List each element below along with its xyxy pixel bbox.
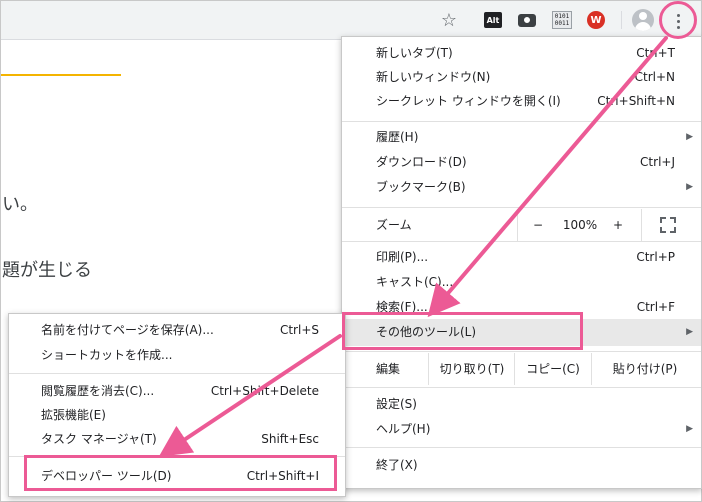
- more-tools-submenu: 名前を付けてページを保存(A)... Ctrl+S ショートカットを作成... 閲…: [8, 313, 346, 497]
- camera-extension-icon[interactable]: [515, 8, 539, 32]
- menu-item-downloads[interactable]: ダウンロード(D) Ctrl+J: [342, 150, 701, 175]
- alt-text-extension-icon[interactable]: Alt: [481, 8, 505, 32]
- chevron-right-icon: ▶: [686, 424, 693, 434]
- menu-divider: [342, 447, 701, 448]
- wordpress-logo-text: W: [587, 11, 605, 29]
- menu-item-exit[interactable]: 終了(X): [342, 453, 701, 478]
- menu-divider: [9, 456, 345, 457]
- page-text-line: 題が生じる: [2, 260, 92, 281]
- menu-divider: [342, 351, 701, 352]
- bookmark-star-icon[interactable]: ☆: [437, 8, 461, 32]
- menu-item-new-window[interactable]: 新しいウィンドウ(N) Ctrl+N: [342, 65, 701, 90]
- fullscreen-icon[interactable]: [660, 217, 676, 233]
- chevron-right-icon: ▶: [686, 182, 693, 192]
- browser-toolbar: ☆ Alt 0101 0011 W: [1, 1, 701, 40]
- menu-divider: [9, 373, 345, 374]
- menu-item-bookmarks[interactable]: ブックマーク(B) ▶: [342, 175, 701, 200]
- menu-item-find[interactable]: 検索(F)... Ctrl+F: [342, 295, 701, 320]
- alt-text-extension-label: Alt: [484, 12, 502, 28]
- menu-divider: [342, 121, 701, 122]
- zoom-level: 100%: [562, 218, 598, 232]
- menu-item-more-tools[interactable]: その他のツール(L) ▶: [342, 319, 701, 346]
- chrome-main-menu: 新しいタブ(T) Ctrl+T 新しいウィンドウ(N) Ctrl+N シークレット …: [341, 36, 702, 489]
- submenu-item-developer-tools[interactable]: デベロッパー ツール(D) Ctrl+Shift+I: [9, 464, 345, 489]
- menu-item-print[interactable]: 印刷(P)... Ctrl+P: [342, 245, 701, 270]
- copy-button[interactable]: コピー(C): [518, 353, 588, 385]
- menu-item-cast[interactable]: キャスト(C)...: [342, 270, 701, 295]
- page-text-line: い。: [2, 194, 38, 215]
- menu-divider: [342, 241, 701, 242]
- wordpress-extension-icon[interactable]: W: [584, 8, 608, 32]
- menu-edit-row: 編集 切り取り(T) コピー(C) 貼り付け(P): [342, 353, 701, 385]
- menu-item-incognito[interactable]: シークレット ウィンドウを開く(I) Ctrl+Shift+N: [342, 89, 701, 114]
- menu-item-new-tab[interactable]: 新しいタブ(T) Ctrl+T: [342, 41, 701, 66]
- chevron-right-icon: ▶: [686, 132, 693, 142]
- edit-label: 編集: [376, 362, 401, 376]
- submenu-item-task-manager[interactable]: タスク マネージャ(T) Shift+Esc: [9, 427, 345, 452]
- paste-button[interactable]: 貼り付け(P): [595, 353, 695, 385]
- menu-divider: [342, 387, 701, 388]
- zoom-in-button[interactable]: +: [608, 209, 628, 241]
- zoom-out-button[interactable]: −: [528, 209, 548, 241]
- submenu-item-create-shortcut[interactable]: ショートカットを作成...: [9, 343, 345, 368]
- submenu-item-clear-browsing-data[interactable]: 閲覧履歴を消去(C)... Ctrl+Shift+Delete: [9, 379, 345, 404]
- profile-avatar-icon[interactable]: [632, 9, 654, 31]
- page-accent-line: [1, 74, 121, 76]
- submenu-item-save-page[interactable]: 名前を付けてページを保存(A)... Ctrl+S: [9, 318, 345, 343]
- chevron-right-icon: ▶: [686, 327, 693, 337]
- zoom-label: ズーム: [376, 218, 412, 232]
- menu-divider: [342, 207, 701, 208]
- toolbar-divider: [621, 11, 622, 29]
- menu-zoom-row: ズーム − 100% +: [342, 209, 701, 241]
- chrome-menu-kebab-icon[interactable]: [666, 9, 690, 33]
- menu-item-settings[interactable]: 設定(S): [342, 392, 701, 417]
- menu-item-history[interactable]: 履歴(H) ▶: [342, 125, 701, 150]
- binary-extension-icon[interactable]: 0101 0011: [550, 8, 574, 32]
- submenu-item-extensions[interactable]: 拡張機能(E): [9, 403, 345, 428]
- menu-item-help[interactable]: ヘルプ(H) ▶: [342, 417, 701, 442]
- cut-button[interactable]: 切り取り(T): [433, 353, 511, 385]
